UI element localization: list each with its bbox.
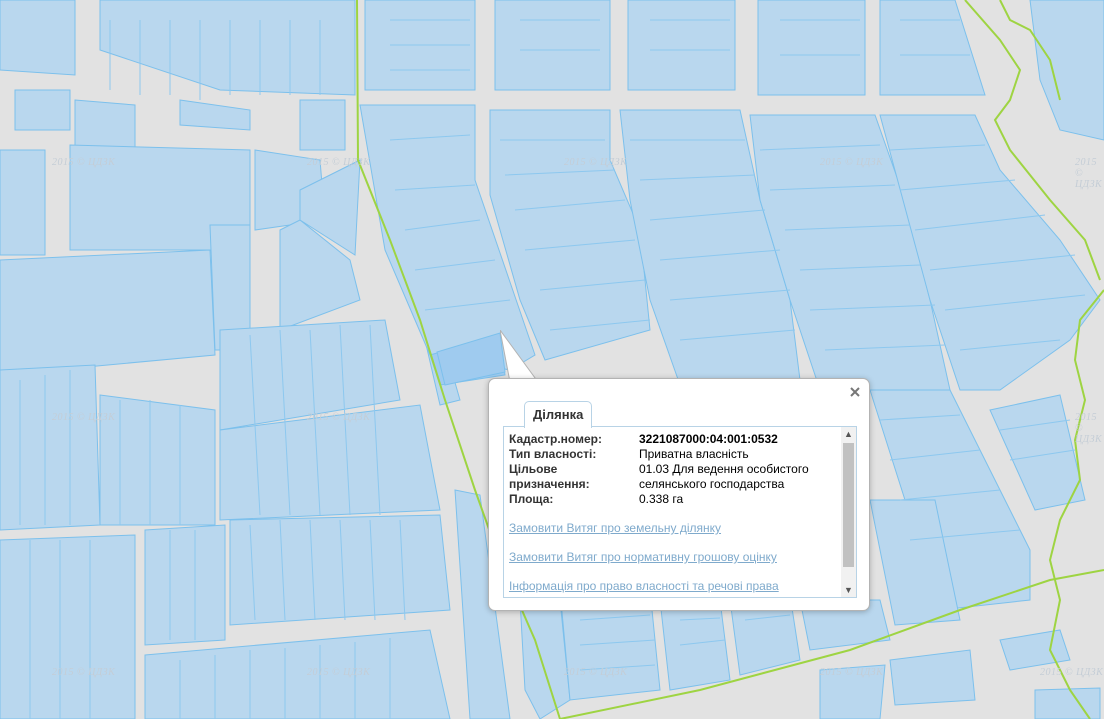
order-extract-link[interactable]: Замовити Витяг про земельну ділянку: [509, 521, 839, 536]
watermark: 2015 © ЦДЗК: [307, 412, 371, 423]
scroll-thumb[interactable]: [843, 443, 854, 567]
scroll-down-icon[interactable]: ▼: [841, 583, 856, 597]
watermark: 2015 © ЦДЗК: [52, 667, 116, 678]
field-value: 3221087000:04:001:0532: [639, 432, 778, 446]
field-value: 0.338 га: [639, 492, 684, 506]
watermark: 2015 © ЦДЗК: [564, 667, 628, 678]
tab-parcel[interactable]: Ділянка: [524, 401, 593, 428]
field-label: Площа:: [509, 492, 554, 506]
watermark: 2015 © ЦДЗК: [1075, 157, 1103, 190]
watermark: 2015 © ЦДЗК: [1040, 667, 1104, 678]
order-valuation-link[interactable]: Замовити Витяг про нормативну грошову оц…: [509, 550, 839, 565]
watermark: 2015 © ЦДЗК: [564, 157, 628, 168]
parcel-info-popup: Ділянка Кадастр.номер: 3221087000:04:001…: [488, 378, 870, 611]
field-label: Тип власності:: [509, 447, 597, 461]
watermark: 2015 © ЦДЗК: [52, 412, 116, 423]
field-label: Цільове призначення:: [509, 462, 590, 491]
field-area: Площа: 0.338 га: [509, 492, 839, 507]
field-label: Кадастр.номер:: [509, 432, 602, 446]
watermark: 2015 © ЦДЗК: [820, 667, 884, 678]
field-cadastral-number: Кадастр.номер: 3221087000:04:001:0532: [509, 432, 839, 447]
field-purpose: Цільове призначення: 01.03 Для ведення о…: [509, 462, 839, 492]
popup-scrollbar[interactable]: ▲ ▼: [841, 427, 856, 597]
field-value: Приватна власність: [639, 447, 749, 461]
parcel-info-panel: Кадастр.номер: 3221087000:04:001:0532 Ти…: [503, 426, 857, 598]
scroll-up-icon[interactable]: ▲: [841, 427, 856, 441]
close-icon[interactable]: [848, 385, 862, 399]
watermark: 2015 © ЦДЗК: [52, 157, 116, 168]
ownership-info-link[interactable]: Інформація про право власності та речові…: [509, 579, 839, 594]
watermark: 2015 © ЦДЗК: [820, 157, 884, 168]
popup-tail: [500, 330, 539, 382]
field-ownership-type: Тип власності: Приватна власність: [509, 447, 839, 462]
watermark: 2015 © ЦДЗК: [307, 667, 371, 678]
watermark: 2015 © ЦДЗК: [307, 157, 371, 168]
watermark: 2015 © ЦДЗК: [1075, 412, 1103, 445]
field-value: 01.03 Для ведення особистого селянського…: [639, 462, 809, 491]
